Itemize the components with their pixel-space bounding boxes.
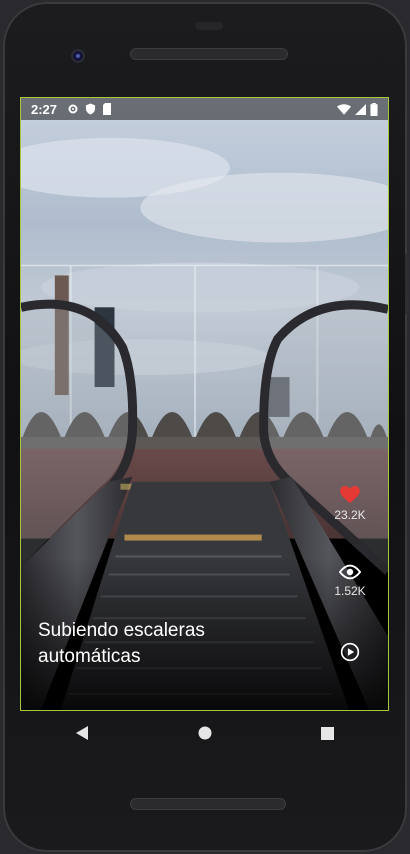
like-button[interactable]: 23.2K bbox=[325, 486, 375, 522]
earpiece bbox=[195, 22, 223, 30]
sd-card-icon bbox=[103, 103, 112, 115]
back-icon bbox=[75, 726, 88, 740]
top-speaker bbox=[130, 48, 288, 60]
recents-icon bbox=[321, 726, 334, 740]
status-bar: 2:27 bbox=[21, 98, 388, 120]
heart-icon bbox=[340, 486, 360, 504]
wifi-icon bbox=[337, 103, 351, 115]
shield-icon bbox=[85, 103, 96, 115]
play-button[interactable] bbox=[325, 642, 375, 662]
signal-icon bbox=[355, 103, 366, 115]
settings-icon bbox=[68, 104, 78, 114]
post-title: Subiendo escaleras automáticas bbox=[38, 620, 205, 667]
home-icon bbox=[198, 726, 211, 740]
recents-button[interactable] bbox=[308, 718, 348, 748]
bottom-speaker bbox=[130, 798, 286, 810]
navigation-bar bbox=[20, 713, 389, 753]
power-button[interactable] bbox=[405, 254, 409, 314]
like-count: 23.2K bbox=[334, 508, 366, 522]
battery-icon bbox=[370, 102, 378, 116]
views-button[interactable]: 1.52K bbox=[325, 564, 375, 598]
back-button[interactable] bbox=[62, 718, 102, 748]
play-circle-icon bbox=[340, 642, 360, 662]
app-screen: 2:27 Subiendo escaleras automáticas 23.2… bbox=[20, 97, 389, 711]
front-camera bbox=[71, 49, 85, 63]
status-time: 2:27 bbox=[31, 101, 58, 117]
eye-icon bbox=[339, 564, 361, 580]
home-button[interactable] bbox=[185, 718, 225, 748]
views-count: 1.52K bbox=[334, 584, 366, 598]
